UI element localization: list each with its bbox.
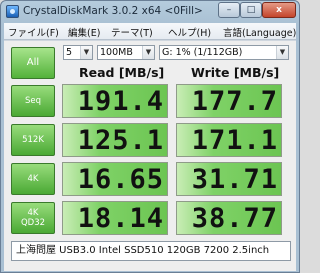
chevron-down-icon: ▼ (142, 46, 154, 59)
menu-file[interactable]: ファイル(F) (8, 25, 59, 39)
menu-bar: ファイル(F) 編集(E) テーマ(T) ヘルプ(H) 言語(Language) (4, 23, 296, 40)
test-size-value: 100MB (100, 47, 133, 58)
menu-help[interactable]: ヘルプ(H) (168, 25, 211, 39)
row-label: 512K (22, 135, 44, 145)
test-size-select[interactable]: 100MB ▼ (97, 45, 155, 60)
test-count-select[interactable]: 5 ▼ (63, 45, 93, 60)
test-count-value: 5 (66, 47, 73, 58)
row-label: Seq (24, 96, 42, 106)
seq-read-value: 191.4 (62, 84, 168, 118)
comment-field[interactable]: 上海問屋 USB3.0 Intel SSD510 120GB 7200 2.5i… (11, 241, 291, 261)
drive-value: G: 1% (1/112GB) (162, 47, 243, 58)
row-label: 4K (27, 174, 39, 184)
menu-edit[interactable]: 編集(E) (68, 25, 100, 39)
row-sublabel: QD32 (20, 218, 46, 228)
4k-qd32-test-button[interactable]: 4K QD32 (11, 202, 55, 234)
menu-theme[interactable]: テーマ(T) (111, 25, 153, 39)
row-label: 4K (27, 208, 39, 218)
seq-test-button[interactable]: Seq (11, 85, 55, 117)
maximize-button[interactable]: □ (240, 2, 262, 18)
app-window: CrystalDiskMark 3.0.2 x64 <0Fill> – □ x … (0, 0, 300, 273)
minimize-button[interactable]: – (218, 2, 240, 18)
run-all-button[interactable]: All (11, 47, 55, 79)
seq-write-value: 177.7 (176, 84, 282, 118)
window-title: CrystalDiskMark 3.0.2 x64 <0Fill> (23, 5, 203, 17)
drive-select[interactable]: G: 1% (1/112GB) ▼ (159, 45, 289, 60)
4k-qd32-write-value: 38.77 (176, 201, 282, 235)
512k-test-button[interactable]: 512K (11, 124, 55, 156)
4k-qd32-read-value: 18.14 (62, 201, 168, 235)
chevron-down-icon: ▼ (276, 46, 288, 59)
512k-read-value: 125.1 (62, 123, 168, 157)
512k-write-value: 171.1 (176, 123, 282, 157)
title-bar[interactable]: CrystalDiskMark 3.0.2 x64 <0Fill> – □ x (1, 1, 299, 23)
4k-write-value: 31.71 (176, 162, 282, 196)
close-button[interactable]: x (262, 2, 296, 18)
read-column-header: Read [MB/s] (79, 65, 165, 80)
main-panel: All 5 ▼ 100MB ▼ G: 1% (1/112GB) ▼ Read [… (4, 40, 296, 271)
4k-read-value: 16.65 (62, 162, 168, 196)
menu-language[interactable]: 言語(Language) (223, 25, 296, 39)
chevron-down-icon: ▼ (80, 46, 92, 59)
write-column-header: Write [MB/s] (191, 65, 280, 80)
disk-app-icon (6, 5, 19, 18)
4k-test-button[interactable]: 4K (11, 163, 55, 195)
